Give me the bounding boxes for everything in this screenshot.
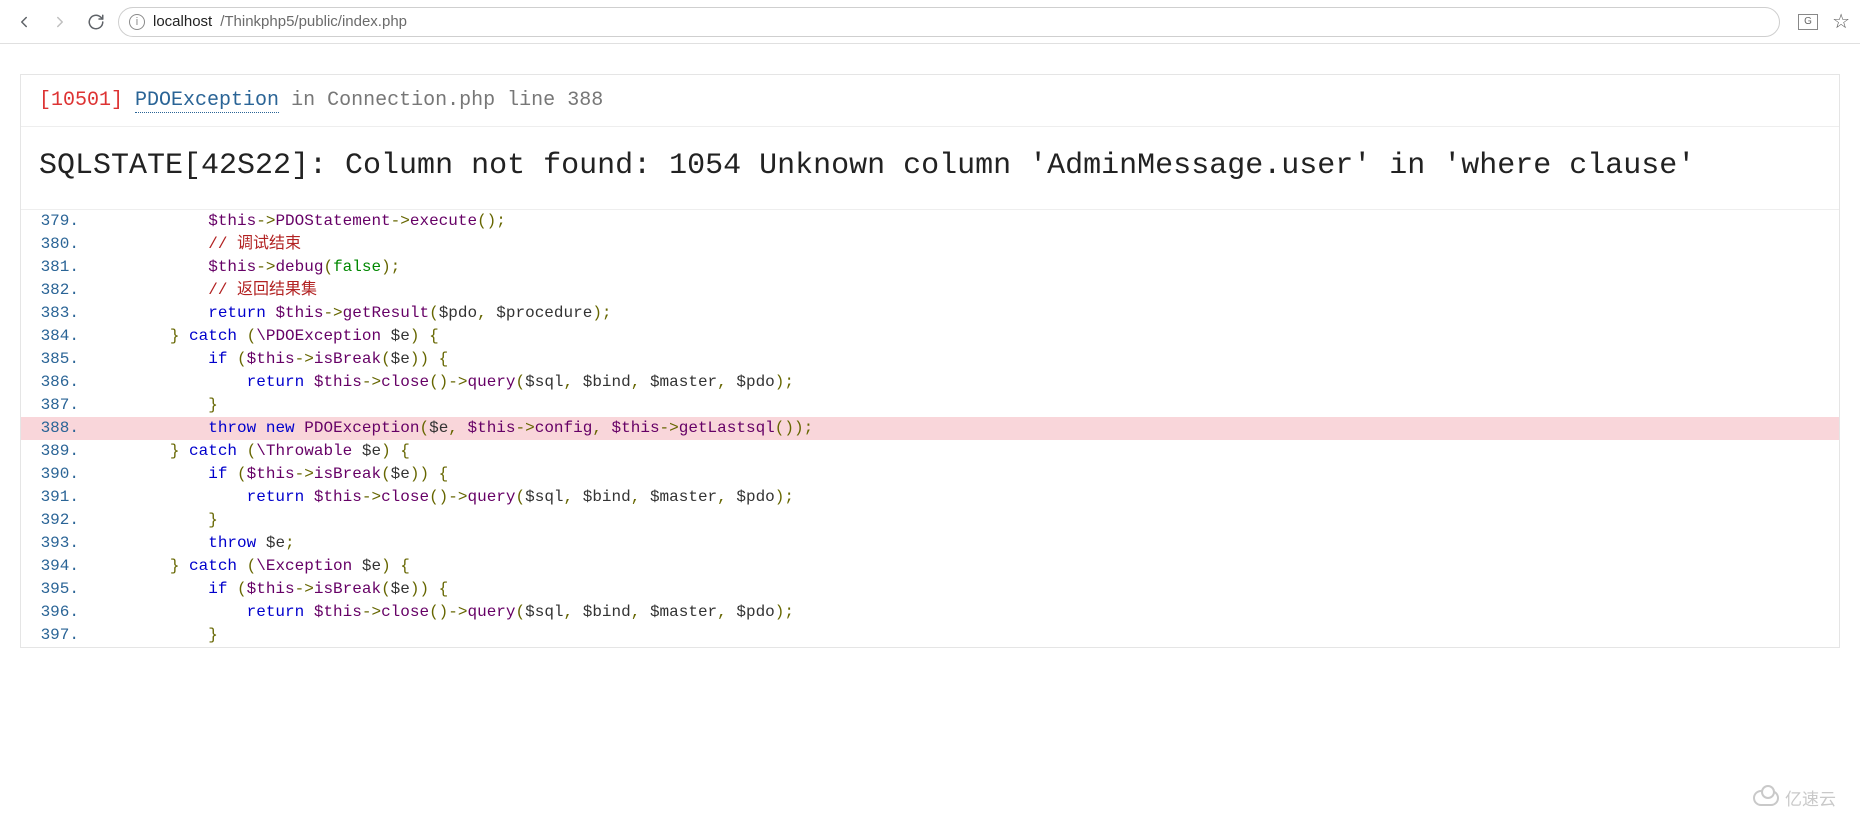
site-info-icon[interactable]: i (129, 14, 145, 30)
source-line: 390 if ($this->isBreak($e)) { (21, 463, 1839, 486)
line-code: $this->PDOStatement->execute(); (93, 210, 1839, 233)
source-line: 396 return $this->close()->query($sql, $… (21, 601, 1839, 624)
line-code: $this->debug(false); (93, 256, 1839, 279)
line-number: 389 (21, 440, 93, 463)
source-line: 387 } (21, 394, 1839, 417)
source-line: 382 // 返回结果集 (21, 279, 1839, 302)
line-number: 384 (21, 325, 93, 348)
error-file: Connection.php (327, 89, 495, 112)
line-code: throw $e; (93, 532, 1839, 555)
line-code: if ($this->isBreak($e)) { (93, 463, 1839, 486)
back-button[interactable] (10, 8, 38, 36)
line-number: 392 (21, 509, 93, 532)
line-number: 391 (21, 486, 93, 509)
source-line: 383 return $this->getResult($pdo, $proce… (21, 302, 1839, 325)
line-code: } catch (\PDOException $e) { (93, 325, 1839, 348)
translate-icon[interactable]: G (1798, 14, 1818, 30)
line-code: } (93, 394, 1839, 417)
line-code: if ($this->isBreak($e)) { (93, 348, 1839, 371)
line-number: 390 (21, 463, 93, 486)
page-content: [10501] PDOException in Connection.php l… (0, 44, 1860, 648)
line-number: 385 (21, 348, 93, 371)
source-line: 379 $this->PDOStatement->execute(); (21, 210, 1839, 233)
source-line: 393 throw $e; (21, 532, 1839, 555)
cloud-icon (1753, 790, 1779, 806)
line-number: 379 (21, 210, 93, 233)
line-code: return $this->close()->query($sql, $bind… (93, 371, 1839, 394)
watermark-text: 亿速云 (1785, 785, 1836, 810)
watermark: 亿速云 (1753, 785, 1836, 810)
address-bar[interactable]: i localhost/Thinkphp5/public/index.php (118, 7, 1780, 37)
bookmark-star-icon[interactable]: ☆ (1832, 9, 1850, 34)
line-number: 393 (21, 532, 93, 555)
source-line: 388 throw new PDOException($e, $this->co… (21, 417, 1839, 440)
error-exception-class[interactable]: PDOException (135, 89, 279, 113)
line-number: 386 (21, 371, 93, 394)
line-number: 388 (21, 417, 93, 440)
error-line: 388 (567, 89, 603, 112)
source-line: 386 return $this->close()->query($sql, $… (21, 371, 1839, 394)
source-line: 397 } (21, 624, 1839, 647)
line-number: 397 (21, 624, 93, 647)
line-code: return $this->getResult($pdo, $procedure… (93, 302, 1839, 325)
line-number: 381 (21, 256, 93, 279)
source-line: 392 } (21, 509, 1839, 532)
line-code: } (93, 624, 1839, 647)
line-code: // 返回结果集 (93, 279, 1839, 302)
error-in-kw: in (291, 89, 315, 112)
line-number: 387 (21, 394, 93, 417)
error-panel: [10501] PDOException in Connection.php l… (20, 74, 1840, 648)
line-number: 380 (21, 233, 93, 256)
line-code: } catch (\Exception $e) { (93, 555, 1839, 578)
error-line-kw: line (507, 89, 555, 112)
line-number: 382 (21, 279, 93, 302)
line-code: return $this->close()->query($sql, $bind… (93, 601, 1839, 624)
source-line: 384 } catch (\PDOException $e) { (21, 325, 1839, 348)
url-path: /Thinkphp5/public/index.php (220, 13, 407, 30)
line-code: return $this->close()->query($sql, $bind… (93, 486, 1839, 509)
line-number: 383 (21, 302, 93, 325)
error-message: SQLSTATE[42S22]: Column not found: 1054 … (21, 127, 1839, 210)
line-number: 394 (21, 555, 93, 578)
source-line: 380 // 调试结束 (21, 233, 1839, 256)
line-code: if ($this->isBreak($e)) { (93, 578, 1839, 601)
source-line: 391 return $this->close()->query($sql, $… (21, 486, 1839, 509)
line-code: // 调试结束 (93, 233, 1839, 256)
chrome-right-icons: G ☆ (1788, 9, 1850, 34)
source-code-listing: 379 $this->PDOStatement->execute();380 /… (21, 210, 1839, 647)
line-code: throw new PDOException($e, $this->config… (93, 417, 1839, 440)
line-number: 395 (21, 578, 93, 601)
source-line: 381 $this->debug(false); (21, 256, 1839, 279)
line-number: 396 (21, 601, 93, 624)
source-line: 394 } catch (\Exception $e) { (21, 555, 1839, 578)
source-line: 385 if ($this->isBreak($e)) { (21, 348, 1839, 371)
reload-button[interactable] (82, 8, 110, 36)
line-code: } catch (\Throwable $e) { (93, 440, 1839, 463)
error-code: [10501] (39, 89, 123, 112)
url-host: localhost (153, 13, 212, 30)
forward-button[interactable] (46, 8, 74, 36)
error-header: [10501] PDOException in Connection.php l… (21, 75, 1839, 127)
line-code: } (93, 509, 1839, 532)
source-line: 395 if ($this->isBreak($e)) { (21, 578, 1839, 601)
source-line: 389 } catch (\Throwable $e) { (21, 440, 1839, 463)
browser-chrome: i localhost/Thinkphp5/public/index.php G… (0, 0, 1860, 44)
